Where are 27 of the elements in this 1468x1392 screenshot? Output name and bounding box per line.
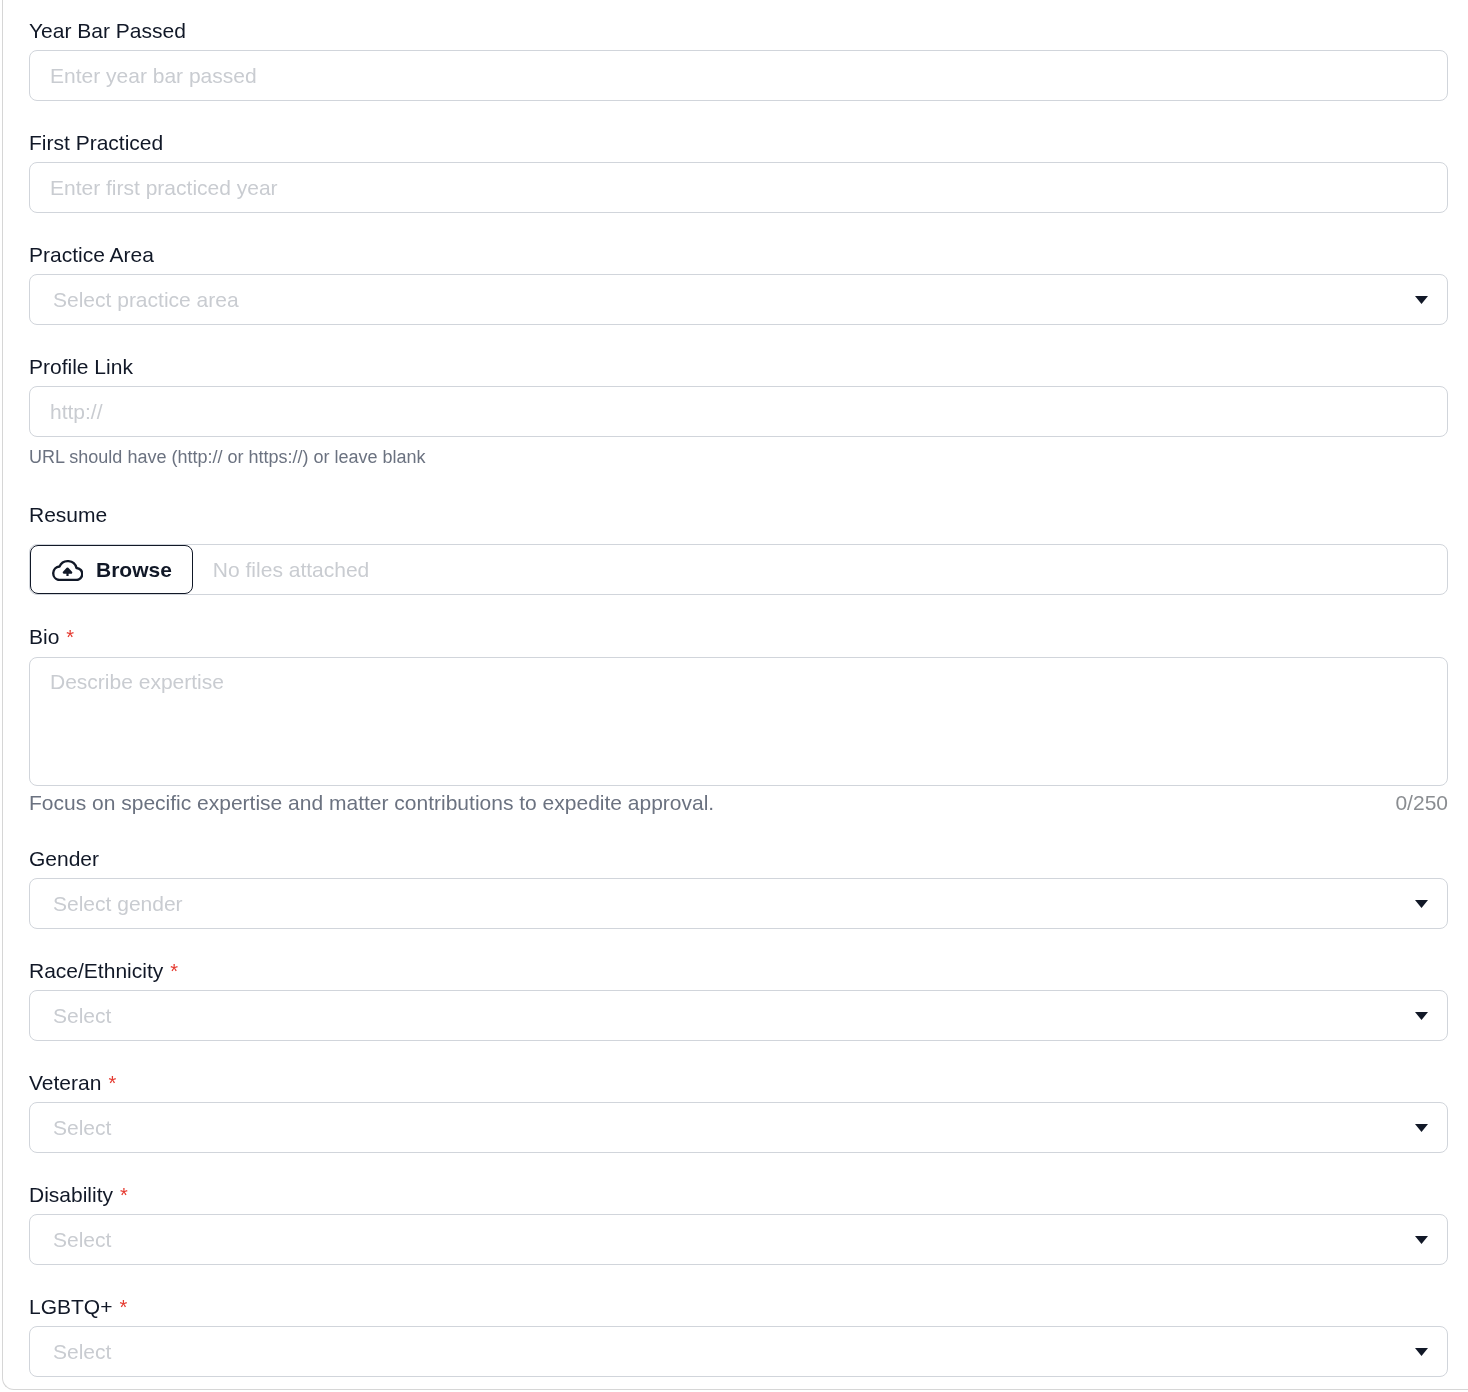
field-label: Resume [29, 503, 108, 527]
caret-down-icon [1415, 295, 1428, 304]
character-counter: 0/250 [1395, 791, 1448, 815]
required-asterisk: * [119, 1295, 128, 1319]
helper-text: Focus on specific expertise and matter contributions to expedite approval. [29, 791, 715, 815]
field-label: Profile Link [29, 355, 133, 379]
caret-down-icon [1415, 1123, 1428, 1132]
field-label: Race/Ethnicity [29, 959, 164, 983]
required-asterisk: * [170, 959, 179, 983]
field-label: Practice Area [29, 243, 154, 267]
caret-down-icon [1415, 1011, 1428, 1020]
field-label: Year Bar Passed [29, 19, 186, 43]
field-label: Veteran [29, 1071, 102, 1095]
field-label: Gender [29, 847, 100, 871]
required-asterisk: * [66, 625, 75, 649]
field-label: Disability [29, 1183, 114, 1207]
field-label: Bio [29, 625, 60, 649]
caret-down-icon [1415, 1347, 1428, 1356]
required-asterisk: * [120, 1183, 128, 1207]
cloud-upload-icon [51, 558, 83, 581]
field-label: LGBTQ+ [29, 1295, 113, 1319]
helper-text: URL should have (http:// or https://) or leave blank [29, 447, 426, 467]
browse-button[interactable]: Browse [30, 545, 193, 594]
caret-down-icon [1415, 899, 1428, 908]
field-label: First Practiced [29, 131, 164, 155]
caret-down-icon [1415, 1235, 1428, 1244]
required-asterisk: * [108, 1071, 117, 1095]
